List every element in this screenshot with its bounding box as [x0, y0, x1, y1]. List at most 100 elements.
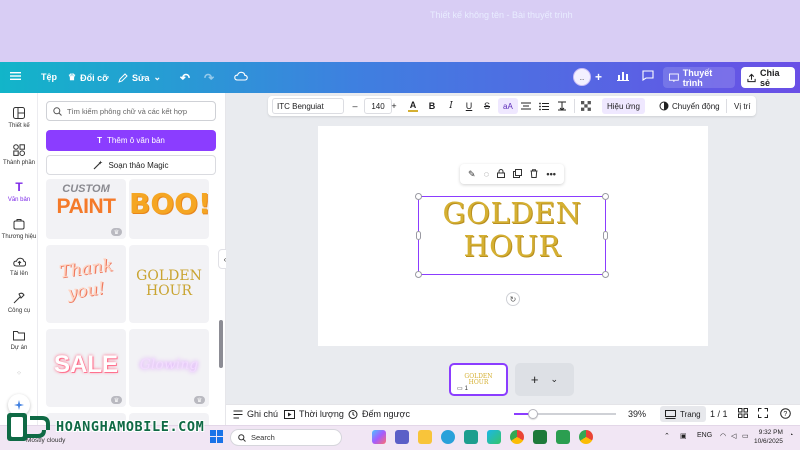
avatar[interactable]: ..	[573, 68, 591, 86]
share-button[interactable]: Chia sẻ	[741, 67, 795, 88]
duplicate-icon[interactable]	[513, 168, 523, 180]
resize-handle-top-right[interactable]	[602, 193, 609, 200]
rail-item-tools[interactable]: Công cụ	[0, 291, 38, 314]
notification-bell-icon[interactable]: ◔	[789, 432, 793, 439]
rail-item-label: Văn bản	[7, 197, 31, 203]
app-icon[interactable]	[487, 430, 501, 444]
comment-add-icon[interactable]: ◌	[484, 169, 489, 179]
add-text-box-button[interactable]: T Thêm ô văn bản	[46, 130, 216, 151]
panel-scrollbar[interactable]	[219, 320, 223, 368]
rail-item-brand[interactable]: Thương hiệu	[0, 217, 38, 240]
elements-icon	[12, 143, 26, 157]
align-center-icon[interactable]	[520, 99, 532, 113]
taskbar-search[interactable]: Search	[230, 429, 342, 446]
rail-item-apps[interactable]: ⁘	[0, 366, 38, 380]
bold-icon[interactable]: B	[427, 99, 437, 113]
tray-overflow-chevron-icon[interactable]: ⌃	[664, 432, 670, 440]
underline-icon[interactable]: U	[464, 99, 474, 113]
timer-label: Đếm ngược	[362, 409, 410, 419]
resize-handle-bottom-left[interactable]	[415, 271, 422, 278]
font-combo-tile[interactable]: Glowing ♛	[129, 329, 209, 407]
redo-icon[interactable]: ↷	[204, 71, 214, 85]
windows-start-icon[interactable]	[210, 430, 223, 445]
resize-handle-right[interactable]	[603, 231, 608, 240]
edit-menu[interactable]: Sửa ⌄	[118, 72, 161, 83]
chrome-browser-icon[interactable]	[579, 430, 593, 444]
file-menu[interactable]: Tệp	[41, 72, 57, 82]
font-size-input[interactable]: 140	[364, 98, 392, 114]
magic-write-button[interactable]: Soạn thảo Magic	[46, 155, 216, 175]
resize-handle-bottom-right[interactable]	[602, 271, 609, 278]
comment-icon[interactable]	[642, 70, 654, 81]
list-icon[interactable]	[538, 99, 550, 113]
transparency-icon[interactable]	[580, 99, 592, 113]
wifi-icon[interactable]: ◠	[720, 432, 726, 440]
thumbnail-page-number: ▭ 1	[457, 385, 468, 393]
font-family-dropdown[interactable]: ITC Benguiat	[272, 98, 344, 114]
rail-item-text[interactable]: T Văn bản	[0, 180, 38, 203]
duration-button[interactable]: Thời lượng	[284, 409, 344, 419]
app-icon[interactable]	[556, 430, 570, 444]
increase-font-size-button[interactable]: +	[389, 99, 399, 113]
volume-icon[interactable]: ◁	[731, 432, 736, 440]
animate-button[interactable]: Chuyển động	[654, 98, 725, 114]
hamburger-menu-icon[interactable]	[10, 71, 21, 81]
notes-button[interactable]: Ghi chú	[233, 409, 278, 419]
undo-icon[interactable]: ↶	[180, 71, 190, 85]
text-color-button[interactable]: A	[407, 99, 419, 113]
insights-chart-icon[interactable]	[617, 70, 629, 81]
teams-app-icon[interactable]	[395, 430, 409, 444]
chrome-browser-icon[interactable]	[510, 430, 524, 444]
magic-edit-icon[interactable]: ✎	[468, 169, 476, 180]
present-button[interactable]: Thuyết trình	[663, 67, 735, 88]
fullscreen-icon[interactable]	[758, 408, 768, 418]
letter-case-button[interactable]: aA	[498, 98, 518, 114]
grid-view-icon[interactable]	[738, 408, 748, 418]
rail-item-projects[interactable]: Dự án	[0, 328, 38, 351]
rail-item-upload[interactable]: Tải lên	[0, 254, 38, 277]
pages-view-button[interactable]: Trang	[660, 406, 706, 422]
font-combo-tile[interactable]: SALE ♛	[46, 329, 126, 407]
battery-icon[interactable]: ▭	[742, 432, 749, 440]
decrease-font-size-button[interactable]: –	[350, 99, 360, 113]
system-clock[interactable]: 9:32 PM 10/6/2025	[754, 428, 783, 446]
italic-icon[interactable]: I	[446, 99, 456, 113]
input-language[interactable]: ENG	[697, 432, 712, 439]
font-combo-tile[interactable]: CUSTOM PAINT ♛	[46, 179, 126, 239]
lock-icon[interactable]	[497, 168, 506, 180]
font-search-input[interactable]: Tìm kiếm phông chữ và các kết hợp	[46, 101, 216, 121]
font-combo-tile[interactable]: GOLDEN HOUR	[129, 245, 209, 323]
tile-text: BOO!	[129, 187, 209, 220]
edge-browser-icon[interactable]	[464, 430, 478, 444]
spacing-icon[interactable]	[556, 99, 568, 113]
effects-button[interactable]: Hiệu ứng	[602, 98, 645, 114]
timer-button[interactable]: Đếm ngược	[348, 409, 410, 419]
page-thumbnail[interactable]: GOLDEN HOUR ▭ 1	[449, 363, 508, 396]
rail-item-design[interactable]: Thiết kế	[0, 106, 38, 129]
add-page-button[interactable]: + ⌄	[515, 363, 574, 396]
resize-handle-top-left[interactable]	[415, 193, 422, 200]
add-collaborator-icon[interactable]: +	[595, 70, 602, 84]
rail-item-label: Thiết kế	[8, 123, 30, 129]
help-icon[interactable]: ?	[780, 408, 791, 419]
document-title[interactable]: Thiết kế không tên - Bài thuyết trình	[430, 10, 573, 20]
position-button[interactable]: Vị trí	[729, 98, 755, 114]
chevron-down-icon[interactable]: ⌄	[551, 374, 559, 385]
cloud-sync-icon[interactable]	[234, 71, 248, 81]
app-icon[interactable]	[533, 430, 547, 444]
telegram-app-icon[interactable]	[441, 430, 455, 444]
zoom-percentage[interactable]: 39%	[628, 409, 646, 419]
resize-handle-left[interactable]	[416, 231, 421, 240]
font-combo-tile[interactable]: Thank you!	[46, 245, 126, 323]
rail-item-elements[interactable]: Thành phần	[0, 143, 38, 166]
copilot-app-icon[interactable]	[372, 430, 386, 444]
strikethrough-icon[interactable]: S	[482, 99, 492, 113]
resize-menu[interactable]: ♛ Đổi cỡ	[68, 72, 108, 83]
page-counter[interactable]: 1 / 1	[710, 409, 728, 419]
rotate-handle-icon[interactable]: ↻	[506, 292, 520, 306]
trash-icon[interactable]	[530, 168, 538, 180]
font-combo-tile[interactable]: BOO!	[129, 179, 209, 239]
tray-app-icon[interactable]: ▣	[680, 432, 687, 440]
more-options-icon[interactable]: •••	[546, 169, 555, 179]
file-explorer-icon[interactable]	[418, 430, 432, 444]
